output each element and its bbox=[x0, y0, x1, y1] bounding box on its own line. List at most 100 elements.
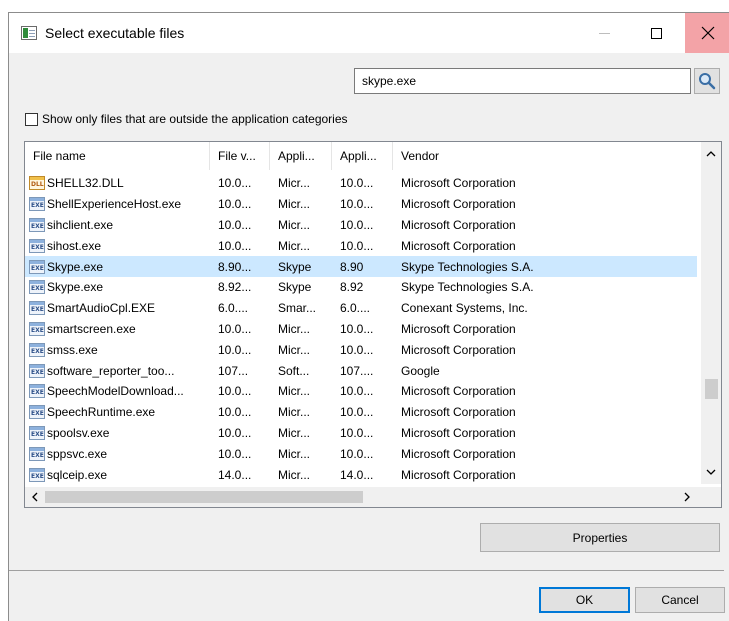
horizontal-scrollbar[interactable] bbox=[25, 487, 721, 507]
application-version-cell: 8.90 bbox=[340, 259, 364, 274]
application-name-cell: Skype bbox=[278, 280, 312, 295]
vendor-cell: Microsoft Corporation bbox=[401, 238, 516, 253]
application-name-cell: Micr... bbox=[278, 342, 310, 357]
application-version-cell: 10.0... bbox=[340, 238, 374, 253]
vendor-cell: Microsoft Corporation bbox=[401, 176, 516, 191]
horizontal-scroll-thumb[interactable] bbox=[45, 491, 363, 503]
table-row[interactable]: EXE SmartAudioCpl.EXE 6.0.... Smar... 6.0...… bbox=[25, 298, 697, 319]
file-name-cell: EXE sihclient.exe bbox=[29, 217, 114, 232]
table-row[interactable]: EXE Skype.exe 8.90... Skype 8.90 Skype Techno… bbox=[25, 256, 697, 277]
vendor-cell: Microsoft Corporation bbox=[401, 467, 516, 482]
table-row[interactable]: EXE sqlceip.exe 14.0... Micr... 14.0... Micro… bbox=[25, 464, 697, 485]
table-row[interactable]: EXE smartscreen.exe 10.0... Micr... 10.0... M… bbox=[25, 319, 697, 340]
file-version-cell: 10.0... bbox=[218, 425, 252, 440]
application-name-cell: Micr... bbox=[278, 425, 310, 440]
outside-categories-checkbox[interactable] bbox=[25, 112, 38, 126]
exe-icon: EXE bbox=[29, 384, 45, 399]
file-version-cell: 10.0... bbox=[218, 217, 252, 232]
title-bar[interactable]: Select executable files bbox=[9, 13, 729, 53]
table-row[interactable]: EXE Skype.exe 8.92... Skype 8.92 Skype Techno… bbox=[25, 277, 697, 298]
minimize-button[interactable] bbox=[581, 13, 627, 53]
search-button[interactable] bbox=[694, 68, 720, 94]
file-version-cell: 8.92... bbox=[218, 280, 252, 295]
search-icon bbox=[699, 73, 716, 90]
application-name-cell: Micr... bbox=[278, 217, 310, 232]
outside-categories-filter[interactable]: Show only files that are outside the app… bbox=[25, 110, 348, 128]
application-version-cell: 10.0... bbox=[340, 425, 374, 440]
file-version-cell: 10.0... bbox=[218, 384, 252, 399]
application-version-cell: 10.0... bbox=[340, 446, 374, 461]
file-name-cell: EXE software_reporter_too... bbox=[29, 363, 175, 378]
column-header-vendor[interactable]: Vendor bbox=[393, 142, 697, 170]
file-name-cell: EXE smss.exe bbox=[29, 342, 98, 357]
scroll-down-button[interactable] bbox=[701, 462, 721, 482]
file-name-cell: EXE smartscreen.exe bbox=[29, 321, 136, 336]
file-list: File name File v... Appli... Appli... Ve… bbox=[24, 141, 722, 508]
exe-icon: EXE bbox=[29, 217, 45, 232]
ok-button[interactable]: OK bbox=[539, 587, 630, 613]
table-row[interactable]: EXE SpeechRuntime.exe 10.0... Micr... 10.0..… bbox=[25, 402, 697, 423]
exe-icon: EXE bbox=[29, 321, 45, 336]
table-row[interactable]: EXE spoolsv.exe 10.0... Micr... 10.0... Micro… bbox=[25, 423, 697, 444]
table-row[interactable]: EXE ShellExperienceHost.exe 10.0... Micr...… bbox=[25, 194, 697, 215]
table-row[interactable]: EXE sihost.exe 10.0... Micr... 10.0... Micros… bbox=[25, 235, 697, 256]
file-version-cell: 8.90... bbox=[218, 259, 252, 274]
chevron-up-icon bbox=[706, 151, 716, 157]
vertical-scrollbar[interactable] bbox=[701, 142, 721, 484]
chevron-left-icon bbox=[32, 492, 38, 502]
application-name-cell: Soft... bbox=[278, 363, 310, 378]
scroll-right-button[interactable] bbox=[677, 487, 697, 507]
table-row[interactable]: EXE SpeechModelDownload... 10.0... Micr... 1… bbox=[25, 381, 697, 402]
column-header-application-name[interactable]: Appli... bbox=[270, 142, 332, 170]
app-icon bbox=[21, 26, 37, 40]
chevron-right-icon bbox=[684, 492, 690, 502]
minimize-icon bbox=[598, 32, 610, 34]
exe-icon: EXE bbox=[29, 425, 45, 440]
vendor-cell: Microsoft Corporation bbox=[401, 405, 516, 420]
maximize-button[interactable] bbox=[633, 13, 679, 53]
exe-icon: EXE bbox=[29, 446, 45, 461]
file-name-cell: EXE sqlceip.exe bbox=[29, 467, 108, 482]
exe-icon: EXE bbox=[29, 405, 45, 420]
table-row[interactable]: EXE software_reporter_too... 107... Soft...… bbox=[25, 360, 697, 381]
application-version-cell: 107.... bbox=[340, 363, 374, 378]
list-rows: DLL SHELL32.DLL 10.0... Micr... 10.0... Micro… bbox=[25, 173, 697, 485]
cancel-button[interactable]: Cancel bbox=[635, 587, 725, 613]
file-version-cell: 10.0... bbox=[218, 238, 252, 253]
scroll-up-button[interactable] bbox=[701, 144, 721, 164]
exe-icon: EXE bbox=[29, 280, 45, 295]
maximize-icon bbox=[650, 27, 662, 39]
exe-icon: EXE bbox=[29, 342, 45, 357]
column-header-file-name[interactable]: File name bbox=[25, 142, 210, 170]
file-version-cell: 10.0... bbox=[218, 176, 252, 191]
scroll-left-button[interactable] bbox=[25, 487, 45, 507]
vertical-scroll-thumb[interactable] bbox=[705, 379, 718, 399]
application-version-cell: 10.0... bbox=[340, 405, 374, 420]
exe-icon: EXE bbox=[29, 301, 45, 316]
close-button[interactable] bbox=[685, 13, 729, 53]
table-row[interactable]: EXE sppsvc.exe 10.0... Micr... 10.0... Micros… bbox=[25, 443, 697, 464]
vendor-cell: Skype Technologies S.A. bbox=[401, 259, 534, 274]
file-name-cell: EXE Skype.exe bbox=[29, 259, 104, 274]
file-version-cell: 10.0... bbox=[218, 446, 252, 461]
vendor-cell: Conexant Systems, Inc. bbox=[401, 301, 528, 316]
file-name-cell: DLL SHELL32.DLL bbox=[29, 176, 124, 191]
application-version-cell: 14.0... bbox=[340, 467, 374, 482]
application-name-cell: Micr... bbox=[278, 197, 310, 212]
vendor-cell: Microsoft Corporation bbox=[401, 384, 516, 399]
application-name-cell: Micr... bbox=[278, 405, 310, 420]
scrollbar-corner bbox=[701, 487, 721, 507]
column-header-application-version[interactable]: Appli... bbox=[332, 142, 393, 170]
application-name-cell: Micr... bbox=[278, 467, 310, 482]
column-header-file-version[interactable]: File v... bbox=[210, 142, 270, 170]
search-input[interactable] bbox=[354, 68, 691, 94]
application-version-cell: 10.0... bbox=[340, 384, 374, 399]
table-row[interactable]: EXE sihclient.exe 10.0... Micr... 10.0... Mic… bbox=[25, 215, 697, 236]
application-version-cell: 10.0... bbox=[340, 197, 374, 212]
table-row[interactable]: DLL SHELL32.DLL 10.0... Micr... 10.0... Micro… bbox=[25, 173, 697, 194]
properties-button[interactable]: Properties bbox=[480, 523, 720, 552]
file-name-cell: EXE ShellExperienceHost.exe bbox=[29, 197, 182, 212]
table-row[interactable]: EXE smss.exe 10.0... Micr... 10.0... Microsof… bbox=[25, 339, 697, 360]
exe-icon: EXE bbox=[29, 363, 45, 378]
file-name-cell: EXE sppsvc.exe bbox=[29, 446, 108, 461]
